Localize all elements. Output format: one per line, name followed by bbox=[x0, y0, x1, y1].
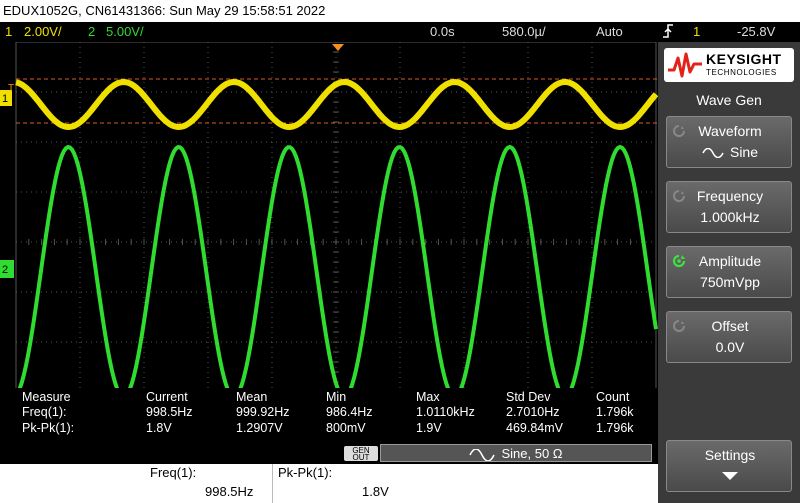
title-text: EDUX1052G, CN61431366: Sun May 29 15:58:… bbox=[3, 3, 326, 18]
settings-softkey[interactable]: Settings bbox=[666, 440, 792, 492]
meas-row1-stddev: 2.7010Hz bbox=[506, 405, 560, 419]
result-pk-label: Pk-Pk(1): bbox=[278, 465, 333, 480]
ch2-marker-label: 2 bbox=[2, 264, 8, 276]
sine-wave-icon bbox=[702, 148, 724, 159]
meas-header-count: Count bbox=[596, 390, 630, 404]
offset-value: 0.0V bbox=[715, 339, 745, 355]
amplitude-value: 750mVpp bbox=[700, 274, 760, 290]
trigger-level[interactable]: -25.8V bbox=[737, 22, 775, 42]
brand-name: KEYSIGHT bbox=[706, 51, 782, 67]
trigger-channel[interactable]: 1 bbox=[693, 22, 700, 42]
status-bar: 1 2.00V/ 2 5.00V/ 0.0s 580.0µ/ Auto 1 -2… bbox=[0, 22, 800, 42]
waveform-value: Sine bbox=[667, 144, 793, 160]
keysight-wave-icon bbox=[668, 52, 702, 78]
meas-row1-label: Freq(1): bbox=[22, 405, 67, 419]
delay-readout[interactable]: 0.0s bbox=[430, 22, 455, 42]
sine-wave-icon bbox=[469, 447, 496, 462]
trigger-position-marker[interactable] bbox=[332, 44, 344, 51]
trigger-mode[interactable]: Auto bbox=[596, 22, 623, 42]
frequency-value: 1.000kHz bbox=[700, 209, 760, 225]
trigger-level-marker[interactable]: T bbox=[8, 83, 14, 94]
gen-out-indicator[interactable]: GEN OUT bbox=[344, 446, 378, 462]
meas-header-min: Min bbox=[326, 390, 347, 404]
brand-sub: TECHNOLOGIES bbox=[706, 68, 777, 77]
meas-row1-max: 1.0110kHz bbox=[416, 405, 475, 419]
waveform-label: Waveform bbox=[698, 123, 762, 139]
meas-row2-count: 1.796k bbox=[596, 421, 634, 435]
meas-row2-mean: 1.2907V bbox=[236, 421, 283, 435]
waveform-softkey[interactable]: Waveform Sine bbox=[666, 116, 792, 168]
ch2-number[interactable]: 2 bbox=[88, 22, 95, 42]
meas-row1-min: 986.4Hz bbox=[326, 405, 373, 419]
ch1-number[interactable]: 1 bbox=[5, 22, 12, 42]
meas-row1-mean: 999.92Hz bbox=[236, 405, 290, 419]
ch2-ground-marker[interactable]: 2 bbox=[0, 260, 14, 278]
offset-label: Offset bbox=[711, 318, 749, 334]
wavegen-summary-text: Sine, 50 Ω bbox=[501, 446, 563, 461]
meas-header-current: Current bbox=[146, 390, 188, 404]
measurement-table: Measure Current Mean Min Max Std Dev Cou… bbox=[0, 388, 658, 442]
softkey-panel: KEYSIGHT TECHNOLOGIES Wave Gen Waveform … bbox=[658, 42, 800, 503]
meas-header-measure: Measure bbox=[22, 390, 71, 404]
meas-row2-min: 800mV bbox=[326, 421, 366, 435]
amplitude-softkey[interactable]: Amplitude 750mVpp bbox=[666, 246, 792, 298]
timebase-readout[interactable]: 580.0µ/ bbox=[502, 22, 546, 42]
waveform-value-text: Sine bbox=[729, 144, 759, 160]
meas-row1-current: 998.5Hz bbox=[146, 405, 193, 419]
keysight-logo: KEYSIGHT TECHNOLOGIES bbox=[664, 48, 794, 82]
results-divider bbox=[272, 464, 273, 503]
results-bar: Freq(1): 998.5Hz Pk-Pk(1): 1.8V bbox=[0, 464, 658, 503]
meas-header-stddev: Std Dev bbox=[506, 390, 551, 404]
meas-header-max: Max bbox=[416, 390, 440, 404]
waveform-display[interactable]: 1 T 2 bbox=[0, 42, 658, 442]
meas-row2-stddev: 469.84mV bbox=[506, 421, 563, 435]
ch1-scale[interactable]: 2.00V/ bbox=[24, 22, 62, 42]
result-freq-value: 998.5Hz bbox=[205, 484, 254, 499]
title-bar: EDUX1052G, CN61431366: Sun May 29 15:58:… bbox=[0, 0, 800, 22]
down-arrow-icon bbox=[722, 472, 738, 480]
result-pk-value: 1.8V bbox=[362, 484, 389, 499]
amplitude-label: Amplitude bbox=[698, 253, 762, 269]
menu-title: Wave Gen bbox=[696, 92, 762, 108]
offset-softkey[interactable]: Offset 0.0V bbox=[666, 311, 792, 363]
meas-row2-max: 1.9V bbox=[416, 421, 442, 435]
ch1-marker-label: 1 bbox=[2, 93, 8, 105]
meas-header-mean: Mean bbox=[236, 390, 268, 404]
meas-row2-label: Pk-Pk(1): bbox=[22, 421, 75, 435]
meas-row2-current: 1.8V bbox=[146, 421, 172, 435]
frequency-softkey[interactable]: Frequency 1.000kHz bbox=[666, 181, 792, 233]
ch2-scale[interactable]: 5.00V/ bbox=[106, 22, 144, 42]
frequency-label: Frequency bbox=[696, 188, 764, 204]
ch1-waveform bbox=[15, 78, 658, 131]
meas-row1-count: 1.796k bbox=[596, 405, 634, 419]
gen-out-line2: OUT bbox=[352, 453, 370, 462]
result-freq-label: Freq(1): bbox=[150, 465, 197, 480]
settings-label: Settings bbox=[704, 447, 756, 463]
wavegen-summary[interactable]: Sine, 50 Ω bbox=[380, 444, 652, 462]
